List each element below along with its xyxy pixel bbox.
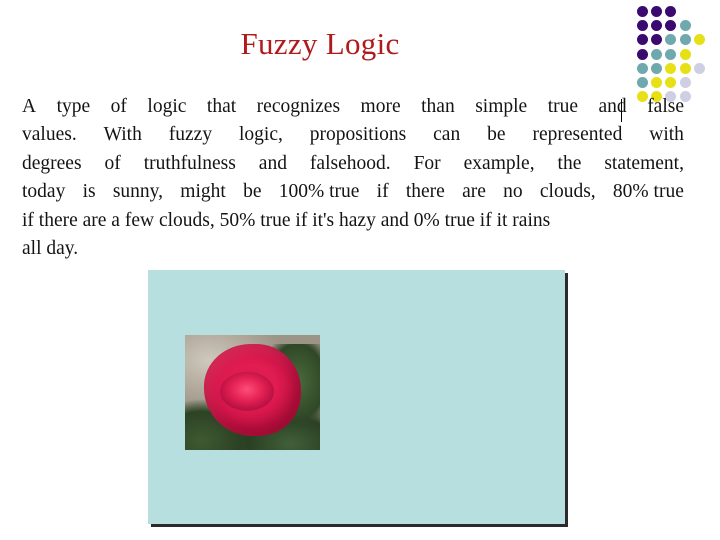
body-word: the xyxy=(557,152,582,174)
decoration-dot-teal xyxy=(679,34,691,46)
body-line-3: degrees of truthfulness and falsehood. For exa… xyxy=(22,150,684,178)
page-title: Fuzzy Logic xyxy=(240,26,400,61)
body-word: with xyxy=(649,124,684,146)
body-word: simple xyxy=(475,96,528,117)
rose-illustration: BK Photo A rose is either RED or not RED… xyxy=(148,270,565,524)
decoration-dot-teal xyxy=(679,20,691,32)
body-word: represented xyxy=(532,124,623,146)
body-word: statement, xyxy=(604,152,684,174)
text-cursor-caret xyxy=(621,99,622,122)
body-word: false xyxy=(647,96,684,117)
body-word: and xyxy=(258,152,287,174)
body-word: logic, xyxy=(239,124,283,146)
body-line-6: all day. xyxy=(22,238,79,260)
body-word: more xyxy=(360,96,401,117)
body-word: are xyxy=(462,181,486,203)
body-line-4: today is sunny, might be 100% true if there are n… xyxy=(22,178,684,206)
body-word: no xyxy=(503,181,523,203)
photo-red-rose: BK Photo xyxy=(185,335,320,450)
body-word: fuzzy xyxy=(168,124,213,146)
decoration-dot-teal xyxy=(637,62,648,74)
decoration-dot-teal xyxy=(651,62,663,74)
body-word: today xyxy=(22,181,66,203)
body-word: 100% true xyxy=(278,181,360,203)
body-word: truthfulness xyxy=(143,152,236,174)
body-line-2: values. With fuzzy logic, propositions can be r… xyxy=(22,121,684,149)
decoration-dot-teal xyxy=(665,34,677,46)
decoration-dot-yellow xyxy=(665,62,677,74)
decoration-dot-lavender xyxy=(679,77,691,88)
body-word: falsehood. xyxy=(309,152,391,174)
decoration-dot-teal xyxy=(637,77,648,88)
decoration-dot-purple xyxy=(665,20,677,32)
body-word: clouds, xyxy=(539,181,596,203)
body-word: For xyxy=(413,152,441,174)
dot-grid-decoration xyxy=(637,6,720,106)
body-word: that xyxy=(206,96,237,117)
decoration-dot-yellow xyxy=(679,62,691,74)
body-word: propositions xyxy=(309,124,407,146)
body-word: true xyxy=(547,96,579,117)
body-word: type xyxy=(56,96,91,117)
body-word: logic xyxy=(147,96,187,117)
body-word: A xyxy=(22,96,37,117)
body-word: and xyxy=(598,96,627,117)
body-line-5: if there are a few clouds, 50% true if i… xyxy=(22,209,551,231)
body-word: there xyxy=(405,181,445,203)
body-word: example, xyxy=(463,152,535,174)
decoration-dot-yellow xyxy=(679,48,691,60)
body-word: be xyxy=(487,124,506,146)
body-word: than xyxy=(421,96,455,117)
decoration-dot-yellow xyxy=(665,77,677,88)
body-word: sunny, xyxy=(112,181,164,203)
body-word: if xyxy=(376,181,389,203)
decoration-dot-purple xyxy=(651,6,663,17)
decoration-dot-yellow xyxy=(693,34,705,46)
body-word: of xyxy=(110,96,127,117)
body-word: With xyxy=(103,124,142,146)
body-word: might xyxy=(180,181,226,203)
body-paragraph: Atype of logic that recognizes more than simple… xyxy=(22,93,684,263)
decoration-dot-yellow xyxy=(651,77,663,88)
body-word: 80% true xyxy=(612,181,684,203)
decoration-dot-teal xyxy=(665,48,677,60)
body-word: is xyxy=(82,181,96,203)
decoration-dot-teal xyxy=(651,48,663,60)
decoration-dot-purple xyxy=(637,6,648,17)
body-line-1: Atype of logic that recognizes more than simple… xyxy=(22,93,684,121)
body-word: degrees xyxy=(22,152,82,174)
body-word: can xyxy=(433,124,461,146)
body-word: values. xyxy=(22,124,77,146)
decoration-dot-lavender xyxy=(693,62,705,74)
body-word: of xyxy=(104,152,121,174)
decoration-dot-purple xyxy=(651,34,663,46)
decoration-dot-purple xyxy=(651,20,663,32)
body-word: recognizes xyxy=(256,96,341,117)
body-word: be xyxy=(243,181,262,203)
decoration-dot-purple xyxy=(665,6,677,17)
